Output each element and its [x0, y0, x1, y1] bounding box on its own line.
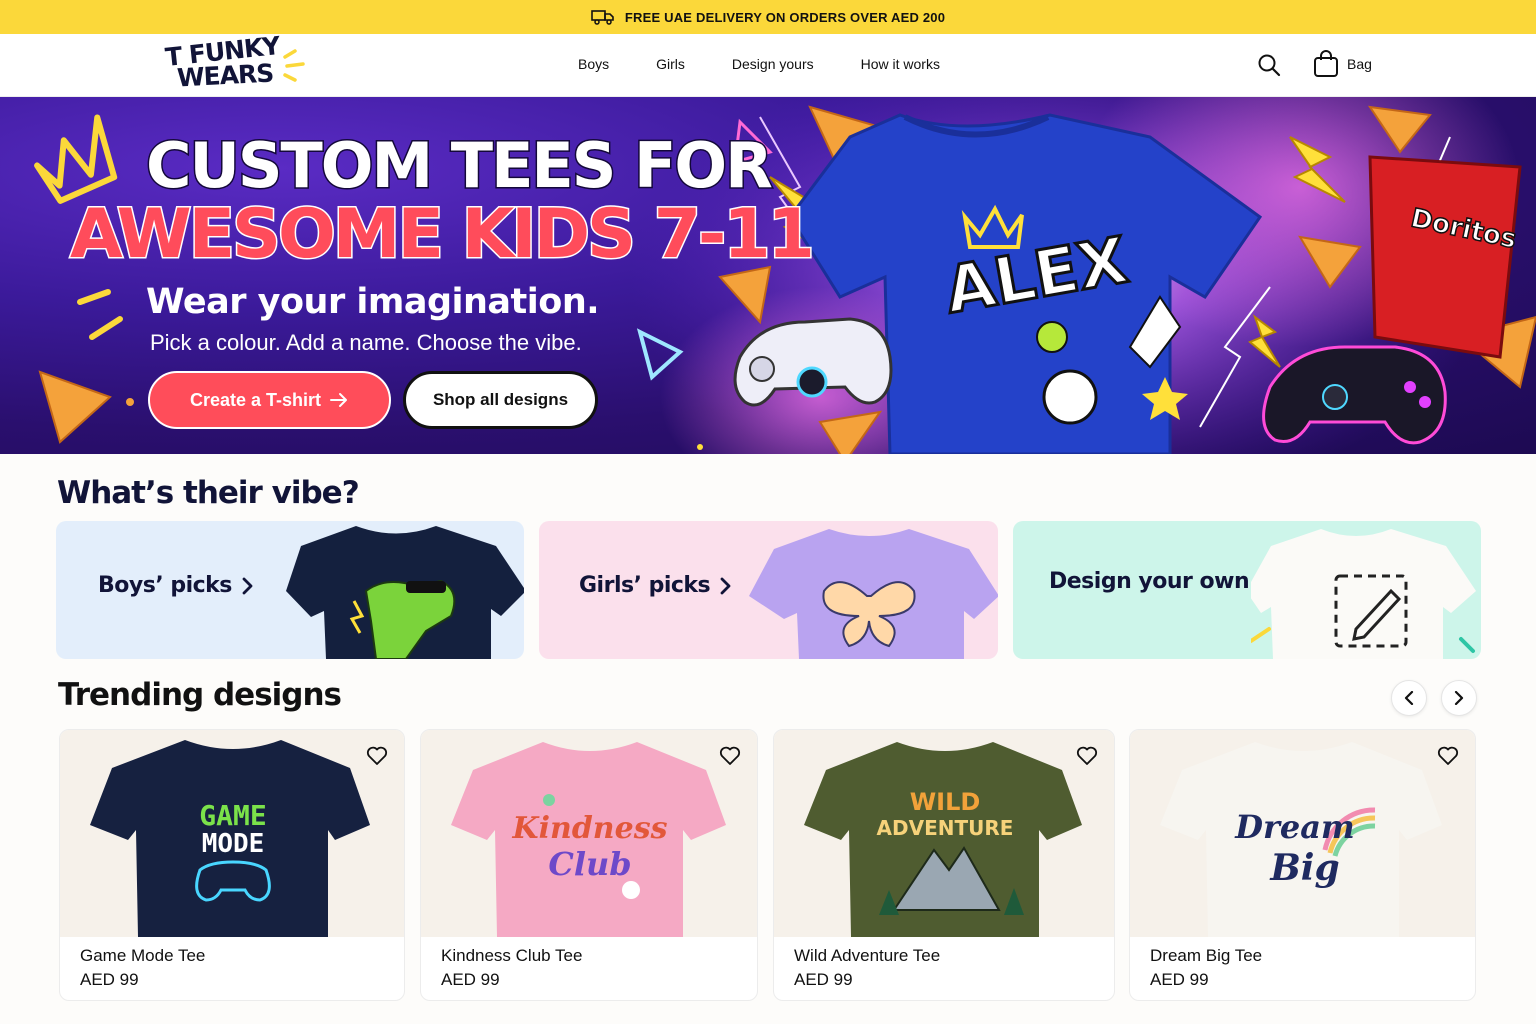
site-header: T FUNKY WEARS Boys Girls Design yours Ho…	[0, 31, 1536, 97]
dream-art-1: Dream	[1234, 808, 1355, 846]
sparkle-icon	[283, 49, 305, 82]
chevron-right-icon	[242, 577, 253, 594]
kindness-art-1: Kindness	[512, 811, 668, 846]
carousel-prev-button[interactable]	[1391, 680, 1427, 716]
heart-icon[interactable]	[366, 746, 388, 766]
product-card[interactable]: WILD ADVENTURE Wild Adventure Tee AED 99	[773, 729, 1115, 1001]
product-price: AED 99	[1150, 970, 1209, 989]
vibe-card-boys[interactable]: Boys’ picks	[56, 521, 524, 659]
heart-icon[interactable]	[1437, 746, 1459, 766]
hero-tagline: Pick a colour. Add a name. Choose the vi…	[150, 330, 582, 355]
promo-bar: FREE UAE DELIVERY ON ORDERS OVER AED 200	[0, 0, 1536, 34]
wild-art-2: ADVENTURE	[877, 816, 1014, 840]
hero-headline-1: CUSTOM TEES FOR	[145, 129, 775, 202]
nav-boys[interactable]: Boys	[578, 56, 609, 72]
trending-section-title: Trending designs	[58, 677, 342, 713]
product-image: Kindness Club	[421, 730, 757, 937]
product-price: AED 99	[80, 970, 139, 989]
arrow-right-icon	[330, 393, 348, 407]
product-name: Kindness Club Tee	[441, 946, 583, 965]
blank-shirt-image	[1251, 529, 1476, 659]
product-name: Wild Adventure Tee	[794, 946, 941, 965]
chevron-right-icon	[720, 577, 731, 594]
product-name: Dream Big Tee	[1150, 946, 1263, 965]
hero-banner: ALEX Doritos CUSTOM TEES FOR AWESOME KID…	[0, 97, 1536, 454]
truck-icon	[591, 10, 614, 25]
kindness-art-2: Club	[548, 845, 631, 883]
product-image: GAME MODE	[60, 730, 404, 937]
game-mode-art-1: GAME	[199, 799, 266, 832]
bag-label: Bag	[1347, 56, 1372, 72]
create-tshirt-label: Create a T-shirt	[189, 389, 322, 410]
game-mode-art-2: MODE	[202, 829, 265, 859]
dream-art-2: Big	[1269, 847, 1339, 889]
promo-text: FREE UAE DELIVERY ON ORDERS OVER AED 200	[624, 9, 946, 25]
shop-all-designs-button[interactable]: Shop all designs	[403, 371, 598, 429]
product-card[interactable]: Dream Big Dream Big Tee AED 99	[1129, 729, 1476, 1001]
carousel-next-button[interactable]	[1441, 680, 1477, 716]
hero-headline-2: AWESOME KIDS 7-11	[69, 195, 817, 274]
nav-girls[interactable]: Girls	[656, 56, 685, 72]
create-tshirt-button[interactable]: Create a T-shirt	[148, 371, 391, 429]
nav-how-it-works[interactable]: How it works	[861, 56, 940, 72]
product-price: AED 99	[794, 970, 853, 989]
chevron-left-icon	[1404, 691, 1414, 705]
vibe-card-girls-label: Girls’ picks	[579, 573, 711, 598]
hero-subhead: Wear your imagination.	[146, 282, 600, 322]
bag-button[interactable]: Bag	[1313, 50, 1372, 78]
dino-shirt-image	[286, 526, 524, 659]
search-icon[interactable]	[1257, 53, 1281, 77]
logo-line-2: WEARS	[176, 58, 274, 93]
product-image: WILD ADVENTURE	[774, 730, 1114, 937]
site-logo[interactable]: T FUNKY WEARS	[163, 31, 313, 95]
product-image: Dream Big	[1130, 730, 1475, 937]
vibe-section-title: What’s their vibe?	[57, 475, 360, 511]
heart-icon[interactable]	[1076, 746, 1098, 766]
vibe-card-boys-label: Boys’ picks	[98, 573, 232, 598]
heart-icon[interactable]	[719, 746, 741, 766]
chevron-right-icon	[1454, 691, 1464, 705]
main-nav: Boys Girls Design yours How it works	[578, 56, 987, 72]
product-card[interactable]: GAME MODE Game Mode Tee AED 99	[59, 729, 405, 1001]
wild-art-1: WILD	[910, 788, 981, 816]
vibe-card-girls[interactable]: Girls’ picks	[539, 521, 998, 659]
product-price: AED 99	[441, 970, 500, 989]
vibe-card-design-own[interactable]: Design your own	[1013, 521, 1481, 659]
bag-icon	[1314, 50, 1338, 77]
product-card[interactable]: Kindness Club Kindness Club Tee AED 99	[420, 729, 758, 1001]
product-name: Game Mode Tee	[80, 946, 206, 965]
vibe-card-design-label: Design your own	[1049, 569, 1250, 594]
butterfly-shirt-image	[749, 529, 998, 659]
nav-design-yours[interactable]: Design yours	[732, 56, 814, 72]
